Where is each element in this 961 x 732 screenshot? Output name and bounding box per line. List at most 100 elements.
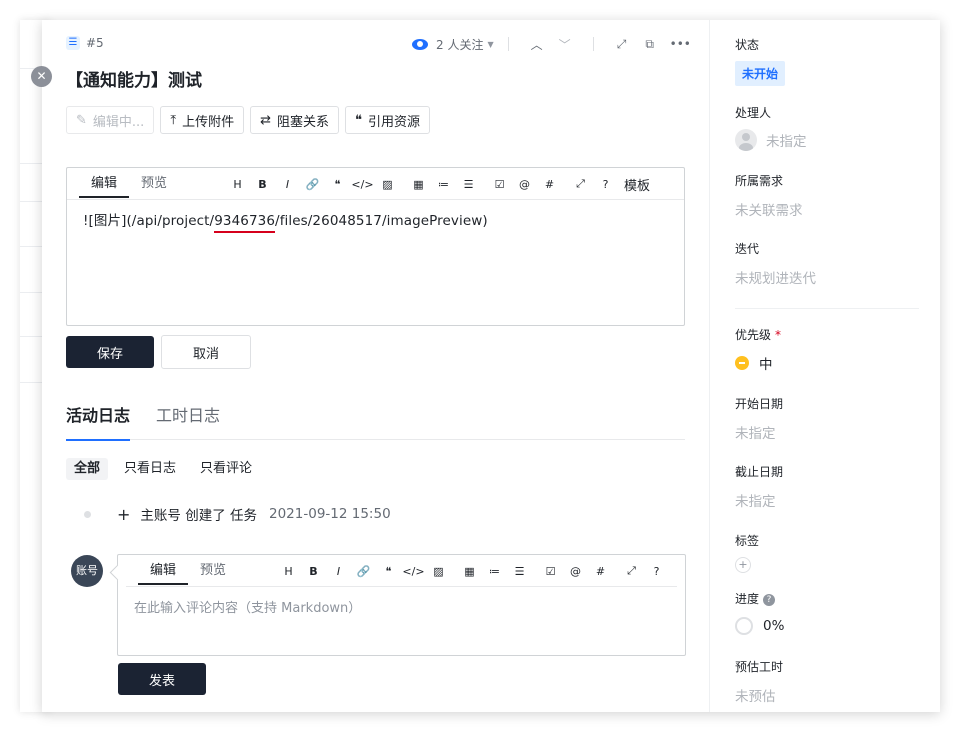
comment-editor: 编辑 预览 H B I 🔗 ❝ </> ▨ ▦ ≔ ☰ ☑ @ # ⤢ ? 在此… bbox=[117, 554, 686, 656]
table-icon[interactable]: ▦ bbox=[406, 178, 431, 191]
quote-icon[interactable]: ❝ bbox=[376, 565, 401, 578]
eye-icon[interactable] bbox=[412, 38, 428, 50]
fullscreen-icon[interactable]: ⤢ bbox=[568, 177, 593, 191]
task-list-icon: ☰ bbox=[66, 36, 80, 50]
page-title: 【通知能力】测试 bbox=[66, 71, 202, 91]
due-date-value[interactable]: 未指定 bbox=[735, 490, 783, 510]
template-button[interactable]: 模板 bbox=[624, 175, 650, 194]
field-requirement: 所属需求 未关联需求 bbox=[735, 172, 803, 219]
format-tools: H B I 🔗 ❝ </> ▨ ▦ ≔ ☰ ☑ @ # ⤢ ? 模板 bbox=[225, 168, 650, 200]
cite-label: 引用资源 bbox=[368, 114, 421, 130]
start-date-label: 开始日期 bbox=[735, 397, 784, 411]
save-button[interactable]: 保存 bbox=[66, 336, 154, 368]
checkbox-icon[interactable]: ☑ bbox=[487, 178, 512, 191]
user-icon bbox=[735, 129, 757, 151]
progress-control[interactable]: 0% bbox=[735, 617, 784, 635]
requirement-label: 所属需求 bbox=[735, 174, 784, 188]
activity-text: 主账号 创建了 任务 bbox=[140, 508, 257, 524]
requirement-value[interactable]: 未关联需求 bbox=[735, 199, 803, 219]
filter-all[interactable]: 全部 bbox=[66, 458, 109, 480]
task-detail-panel: ☰ #5 2 人关注 ▼ ︿ ﹀ ⤢ ⧉ ••• 【通知能力】测试 ✎ 编辑中.… bbox=[42, 20, 940, 712]
priority-medium-icon bbox=[735, 356, 749, 370]
tab-activity-log[interactable]: 活动日志 bbox=[66, 404, 131, 441]
mention-icon[interactable]: @ bbox=[563, 565, 588, 578]
checkbox-icon[interactable]: ☑ bbox=[538, 565, 563, 578]
comment-tab-edit[interactable]: 编辑 bbox=[138, 555, 189, 586]
log-filters: 全部 只看日志 只看评论 bbox=[66, 458, 260, 480]
heading-icon[interactable]: H bbox=[225, 178, 250, 191]
field-assignee: 处理人 未指定 bbox=[735, 104, 807, 151]
upload-label: 上传附件 bbox=[182, 114, 235, 130]
upload-attachment-button[interactable]: ⤒ 上传附件 bbox=[160, 106, 245, 134]
image-icon[interactable]: ▨ bbox=[426, 565, 451, 578]
block-relation-button[interactable]: ⇄ 阻塞关系 bbox=[250, 106, 339, 134]
ordered-list-icon[interactable]: ≔ bbox=[482, 565, 507, 578]
editor-textarea[interactable]: ![图片](/api/project/9346736/files/2604851… bbox=[67, 200, 684, 238]
bold-icon[interactable]: B bbox=[301, 565, 326, 578]
progress-ring-icon bbox=[735, 617, 753, 635]
help-icon[interactable]: ? bbox=[593, 178, 618, 191]
image-icon[interactable]: ▨ bbox=[375, 178, 400, 191]
status-badge[interactable]: 未开始 bbox=[735, 61, 786, 86]
comment-toolbar: 编辑 预览 H B I 🔗 ❝ </> ▨ ▦ ≔ ☰ ☑ @ # ⤢ ? bbox=[126, 555, 677, 587]
italic-icon[interactable]: I bbox=[275, 178, 300, 191]
status-label: 状态 bbox=[735, 38, 760, 52]
task-main: ☰ #5 2 人关注 ▼ ︿ ﹀ ⤢ ⧉ ••• 【通知能力】测试 ✎ 编辑中.… bbox=[42, 20, 709, 712]
assignee-selector[interactable]: 未指定 bbox=[735, 129, 807, 151]
hash-icon[interactable]: # bbox=[588, 565, 613, 578]
link-icon[interactable]: 🔗 bbox=[351, 565, 376, 578]
code-icon[interactable]: </> bbox=[350, 178, 375, 191]
hash-icon[interactable]: # bbox=[537, 178, 562, 191]
fullscreen-icon[interactable]: ⤢ bbox=[619, 564, 644, 578]
filter-comments-only[interactable]: 只看评论 bbox=[192, 458, 260, 480]
ordered-list-icon[interactable]: ≔ bbox=[431, 178, 456, 191]
comment-tab-preview[interactable]: 预览 bbox=[188, 555, 238, 586]
assignee-value: 未指定 bbox=[766, 134, 807, 150]
tab-worktime-log[interactable]: 工时日志 bbox=[156, 404, 220, 440]
cite-resource-button[interactable]: ❝ 引用资源 bbox=[345, 106, 431, 134]
bullet-list-icon[interactable]: ☰ bbox=[507, 565, 532, 578]
code-icon[interactable]: </> bbox=[401, 565, 426, 578]
timeline-dot bbox=[84, 510, 91, 518]
comment-input[interactable]: 在此输入评论内容（支持 Markdown） bbox=[118, 587, 685, 626]
followers-count[interactable]: 2 人关注 bbox=[436, 36, 483, 53]
mention-icon[interactable]: @ bbox=[512, 178, 537, 191]
expand-icon[interactable]: ⤢ bbox=[614, 37, 630, 52]
publish-button[interactable]: 发表 bbox=[118, 663, 206, 695]
required-mark: * bbox=[775, 328, 782, 342]
close-icon[interactable]: ✕ bbox=[31, 66, 52, 87]
help-icon[interactable]: ? bbox=[644, 565, 669, 578]
content-suffix: /files/26048517/imagePreview) bbox=[275, 213, 488, 229]
bold-icon[interactable]: B bbox=[250, 178, 275, 191]
filter-logs-only[interactable]: 只看日志 bbox=[116, 458, 184, 480]
priority-selector[interactable]: 中 bbox=[735, 353, 781, 373]
chevron-down-icon[interactable]: ▼ bbox=[487, 40, 493, 49]
start-date-value[interactable]: 未指定 bbox=[735, 422, 783, 442]
field-due-date: 截止日期 未指定 bbox=[735, 463, 783, 510]
assignee-label: 处理人 bbox=[735, 106, 772, 120]
editor-toolbar: 编辑 预览 H B I 🔗 ❝ </> ▨ ▦ ≔ ☰ ☑ @ # ⤢ ? 模板 bbox=[67, 168, 684, 200]
quote-icon[interactable]: ❝ bbox=[325, 178, 350, 191]
priority-value: 中 bbox=[759, 357, 773, 373]
add-tag-icon[interactable]: + bbox=[735, 557, 751, 573]
open-external-icon[interactable]: ⧉ bbox=[642, 37, 658, 52]
more-icon[interactable]: ••• bbox=[670, 37, 691, 51]
chevron-up-icon[interactable]: ︿ bbox=[529, 36, 545, 53]
help-icon[interactable]: ? bbox=[763, 593, 776, 606]
heading-icon[interactable]: H bbox=[276, 565, 301, 578]
chevron-down-icon[interactable]: ﹀ bbox=[557, 36, 573, 53]
bullet-list-icon[interactable]: ☰ bbox=[456, 178, 481, 191]
link-icon[interactable]: 🔗 bbox=[300, 178, 325, 191]
tab-preview[interactable]: 预览 bbox=[129, 168, 179, 199]
activity-time: 2021-09-12 15:50 bbox=[269, 506, 391, 522]
task-id-text: #5 bbox=[86, 36, 104, 50]
estimate-value[interactable]: 未预估 bbox=[735, 685, 783, 705]
iteration-label: 迭代 bbox=[735, 242, 760, 256]
italic-icon[interactable]: I bbox=[326, 565, 351, 578]
cancel-button[interactable]: 取消 bbox=[161, 335, 251, 369]
iteration-value[interactable]: 未规划进迭代 bbox=[735, 267, 816, 287]
tab-edit[interactable]: 编辑 bbox=[79, 168, 130, 199]
table-icon[interactable]: ▦ bbox=[457, 565, 482, 578]
field-progress: 进度? 0% bbox=[735, 590, 784, 635]
divider bbox=[592, 37, 594, 51]
